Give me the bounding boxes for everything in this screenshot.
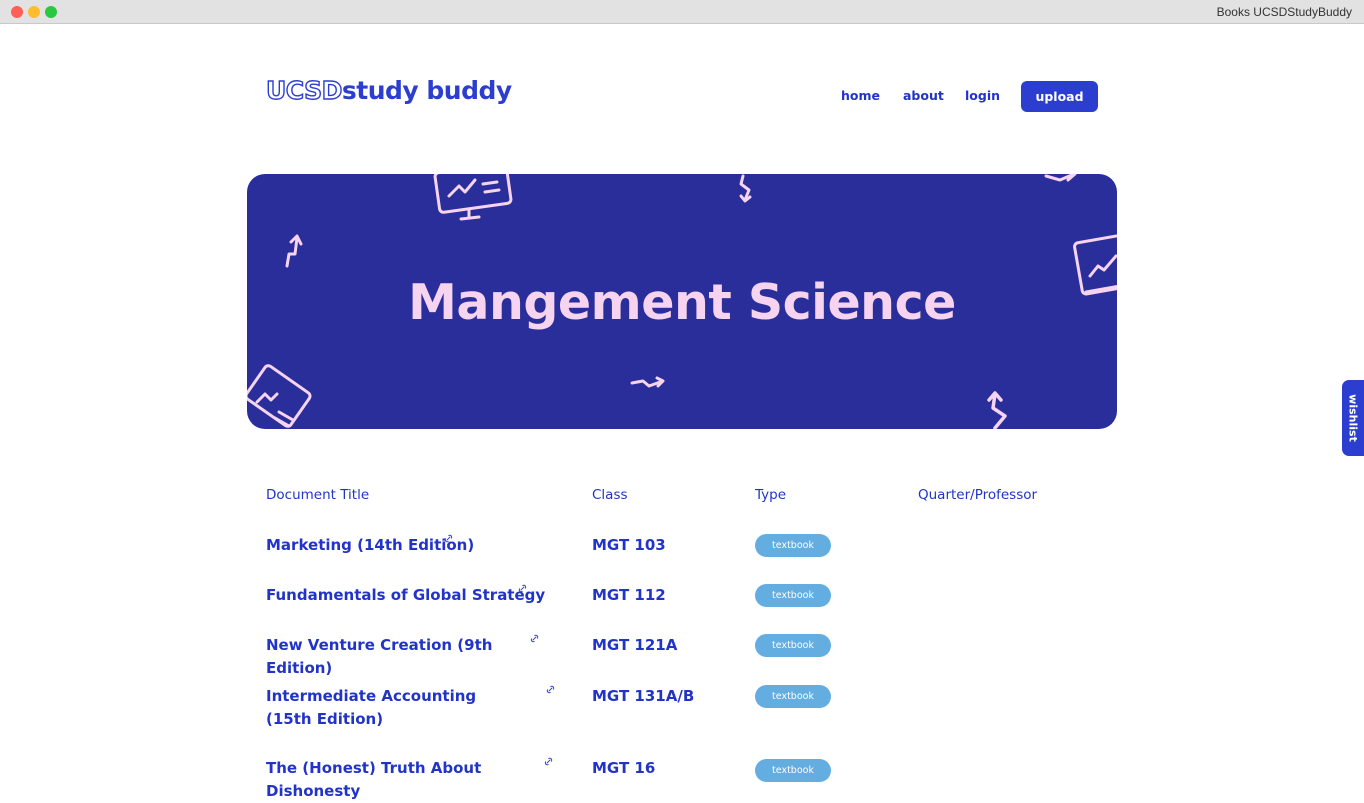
upload-button[interactable]: upload xyxy=(1021,81,1098,112)
link-icon[interactable] xyxy=(544,757,553,766)
document-title-link[interactable]: Intermediate Accounting (15th Edition) xyxy=(266,685,516,731)
column-header-type: Type xyxy=(755,487,787,503)
link-icon[interactable] xyxy=(530,634,539,643)
wishlist-tab[interactable]: wishlist xyxy=(1342,380,1364,456)
class-code: MGT 121A xyxy=(592,636,678,654)
nav-login-link[interactable]: login xyxy=(965,88,1000,103)
minimize-window-button[interactable] xyxy=(28,6,40,18)
type-badge: textbook xyxy=(755,534,831,557)
zigzag-arrow-icon xyxy=(739,174,752,203)
logo-outline-text: UCSD xyxy=(265,75,343,105)
close-window-button[interactable] xyxy=(11,6,23,18)
type-badge: textbook xyxy=(755,584,831,607)
nav-home-link[interactable]: home xyxy=(841,88,880,103)
class-code: MGT 131A/B xyxy=(592,687,695,705)
maximize-window-button[interactable] xyxy=(45,6,57,18)
nav-about-link[interactable]: about xyxy=(903,88,944,103)
link-icon[interactable] xyxy=(546,685,555,694)
type-badge: textbook xyxy=(755,634,831,657)
zigzag-arrow-icon xyxy=(285,234,303,268)
zigzag-arrow-icon xyxy=(630,376,665,388)
class-code: MGT 16 xyxy=(592,759,656,777)
arrow-icon xyxy=(1044,174,1077,182)
hero-banner: Mangement Science xyxy=(247,174,1117,429)
type-badge: textbook xyxy=(755,685,831,708)
document-title-link[interactable]: Fundamentals of Global Strategy xyxy=(266,584,546,607)
wishlist-label: wishlist xyxy=(1346,394,1360,442)
type-badge: textbook xyxy=(755,759,831,782)
site-logo[interactable]: UCSDstudy buddy xyxy=(265,75,512,105)
document-title-link[interactable]: Marketing (14th Edition) xyxy=(266,534,546,557)
class-code: MGT 103 xyxy=(592,536,666,554)
link-icon[interactable] xyxy=(444,534,453,543)
monitor-chart-icon xyxy=(433,174,513,221)
column-header-title: Document Title xyxy=(266,487,370,503)
document-title-link[interactable]: New Venture Creation (9th Edition) xyxy=(266,634,546,680)
column-header-class: Class xyxy=(592,487,628,503)
class-code: MGT 112 xyxy=(592,586,666,604)
link-icon[interactable] xyxy=(518,584,527,593)
logo-text: study buddy xyxy=(341,76,512,105)
document-chart-icon xyxy=(247,364,312,428)
window-titlebar: Books UCSDStudyBuddy xyxy=(0,0,1364,24)
zigzag-arrow-icon xyxy=(987,391,1007,429)
document-title-link[interactable]: The (Honest) Truth About Dishonesty xyxy=(266,757,546,803)
column-header-quarter-professor: Quarter/Professor xyxy=(918,487,1038,503)
window-title: Books UCSDStudyBuddy xyxy=(1216,5,1352,19)
page-title: Mangement Science xyxy=(408,274,956,331)
